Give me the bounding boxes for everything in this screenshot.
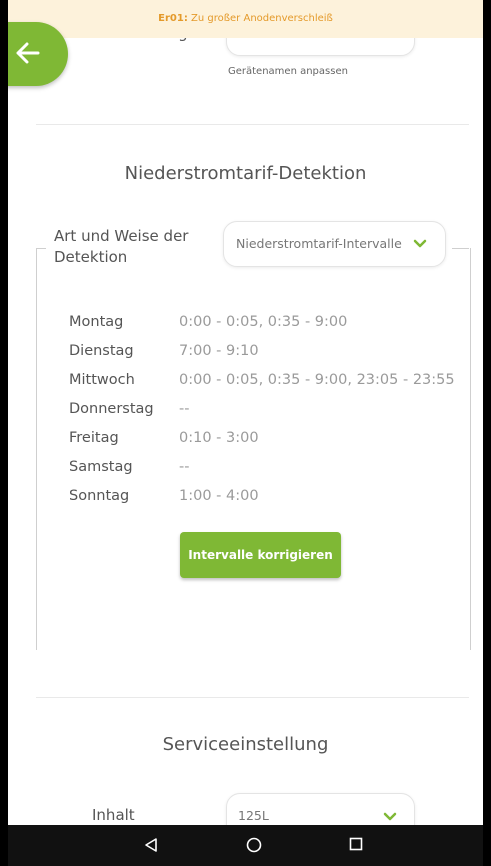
chevron-down-icon xyxy=(383,812,397,821)
detection-mode-label: Art und Weise der Detektion xyxy=(54,227,189,266)
fieldset-top-left-border xyxy=(36,248,46,249)
content-label: Inhalt xyxy=(92,806,135,824)
schedule-times: 7:00 - 9:10 xyxy=(179,343,259,359)
schedule-times: 0:00 - 0:05, 0:35 - 9:00, 23:05 - 23:55 xyxy=(179,372,455,388)
low-tariff-section-title: Niederstromtarif-Detektion xyxy=(124,163,367,184)
system-nav-bar xyxy=(8,825,483,866)
nav-home-icon[interactable] xyxy=(246,837,262,853)
nav-back-icon[interactable] xyxy=(144,837,158,853)
schedule-day: Sonntag xyxy=(69,488,130,504)
app-screen: Bezeichnung SmartBoiler Gerätenamen anpa… xyxy=(8,0,483,825)
schedule-day: Mittwoch xyxy=(69,372,135,388)
back-button[interactable] xyxy=(8,22,68,86)
device-name-hint: Gerätenamen anpassen xyxy=(228,66,348,77)
chevron-down-icon xyxy=(413,239,427,248)
schedule-times: -- xyxy=(179,459,190,475)
detection-mode-value: Niederstromtarif-Intervalle xyxy=(236,236,402,251)
schedule-day: Montag xyxy=(69,314,124,330)
schedule-day: Donnerstag xyxy=(69,401,154,417)
schedule-times: -- xyxy=(179,401,190,417)
schedule-day: Dienstag xyxy=(69,343,134,359)
error-message: Zu großer Anodenverschleiß xyxy=(187,13,333,24)
content-value: 125L xyxy=(238,808,269,823)
error-alert-bar[interactable]: Er01: Zu großer Anodenverschleiß xyxy=(8,0,483,38)
schedule-times: 1:00 - 4:00 xyxy=(179,488,259,504)
fix-intervals-button[interactable]: Intervalle korrigieren xyxy=(180,532,341,578)
low-tariff-fieldset xyxy=(36,248,471,650)
arrow-left-icon xyxy=(16,42,40,64)
detection-mode-select[interactable]: Niederstromtarif-Intervalle xyxy=(223,221,446,267)
error-code: Er01: xyxy=(158,13,188,24)
service-section-title: Serviceeinstellung xyxy=(162,734,329,755)
section-divider xyxy=(36,124,469,125)
fieldset-top-right-border xyxy=(452,248,469,249)
schedule-day: Samstag xyxy=(69,459,133,475)
content-select[interactable]: 125L xyxy=(226,793,415,825)
nav-recents-icon[interactable] xyxy=(349,837,363,851)
section-divider xyxy=(36,697,469,698)
schedule-day: Freitag xyxy=(69,430,119,446)
schedule-times: 0:10 - 3:00 xyxy=(179,430,259,446)
schedule-times: 0:00 - 0:05, 0:35 - 9:00 xyxy=(179,314,348,330)
